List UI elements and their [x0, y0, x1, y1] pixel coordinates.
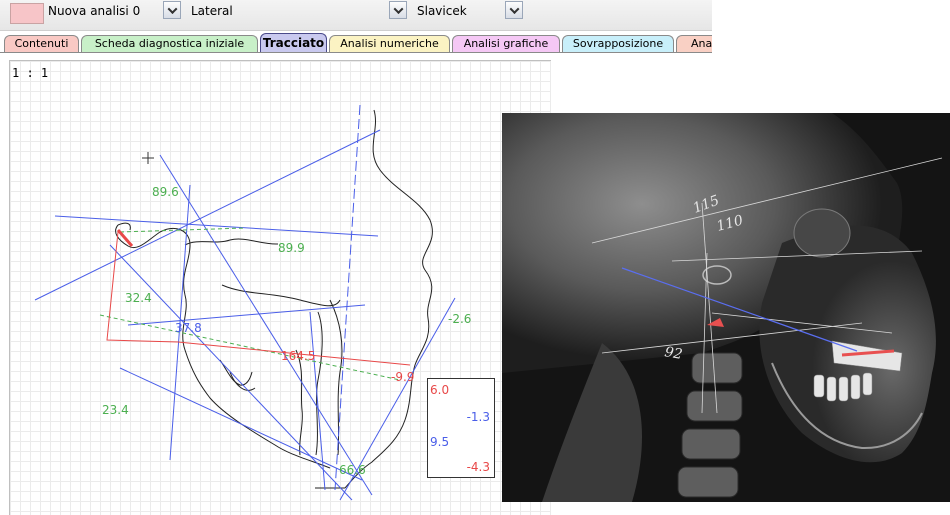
angle-label: 37.8	[175, 321, 202, 335]
measurement-value: -4.3	[466, 460, 490, 474]
crosshair-cursor-icon	[142, 152, 154, 164]
measurement-value: 9.5	[430, 435, 450, 449]
cephalometric-xray-image: 115 110 92	[502, 113, 950, 502]
reference-lines	[34, 104, 456, 501]
angle-label: 32.4	[125, 291, 152, 305]
angle-label: -9.9	[391, 370, 414, 384]
angle-label: -2.6	[448, 312, 471, 326]
angle-labels: 89.6 89.9 32.4 37.8 164.5 -9.9 -2.6 23.4…	[102, 185, 471, 477]
angle-label: 89.6	[152, 185, 179, 199]
measurement-value: 6.0	[430, 383, 450, 397]
angle-label: 164.5	[281, 349, 315, 363]
angle-label: 89.9	[278, 241, 305, 255]
anatomical-outline	[115, 109, 433, 489]
handwritten-note: 92	[663, 344, 683, 363]
measurement-values-box: 6.0 -1.3 9.5 -4.3	[427, 378, 495, 478]
measurement-value: -1.3	[466, 410, 490, 424]
angle-label: 66.6	[339, 463, 366, 477]
red-lines	[106, 229, 411, 366]
angle-label: 23.4	[102, 403, 129, 417]
